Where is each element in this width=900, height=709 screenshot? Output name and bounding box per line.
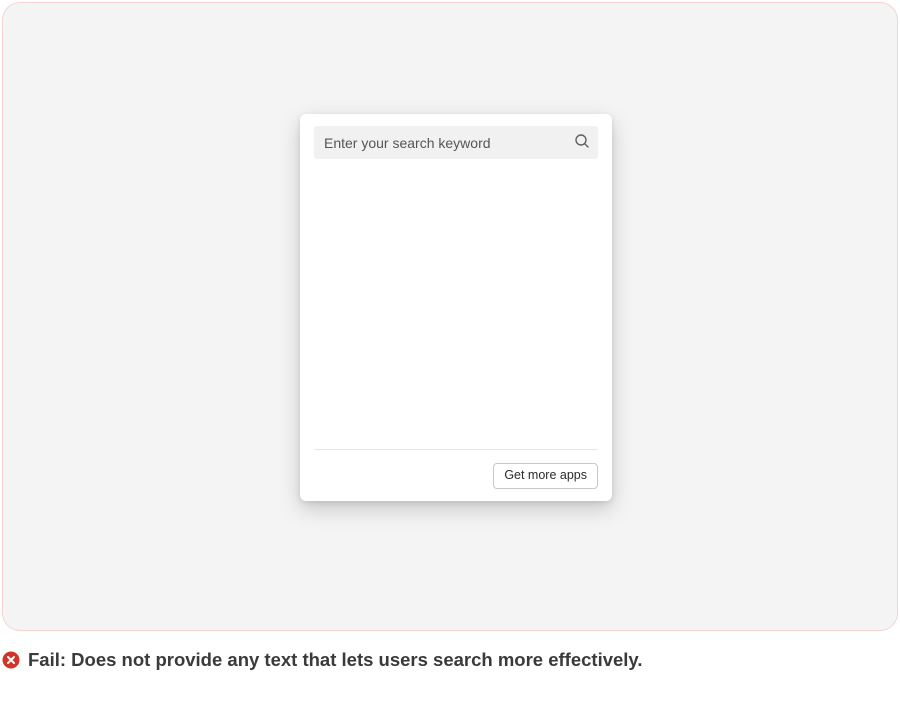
- search-icon: [574, 133, 590, 152]
- popup-footer: Get more apps: [314, 449, 598, 489]
- caption-status: Fail:: [28, 649, 66, 670]
- error-icon: [2, 651, 20, 669]
- search-bar: [314, 126, 598, 159]
- search-button[interactable]: [566, 127, 598, 159]
- caption-row: Fail: Does not provide any text that let…: [2, 648, 898, 671]
- app-search-popup: Get more apps: [300, 114, 612, 501]
- caption-text: Fail: Does not provide any text that let…: [28, 648, 642, 671]
- search-results-area: [314, 169, 598, 449]
- example-frame: Get more apps: [2, 2, 898, 631]
- get-more-apps-button[interactable]: Get more apps: [493, 463, 598, 489]
- search-input[interactable]: [314, 126, 566, 159]
- caption-message: Does not provide any text that lets user…: [71, 649, 642, 670]
